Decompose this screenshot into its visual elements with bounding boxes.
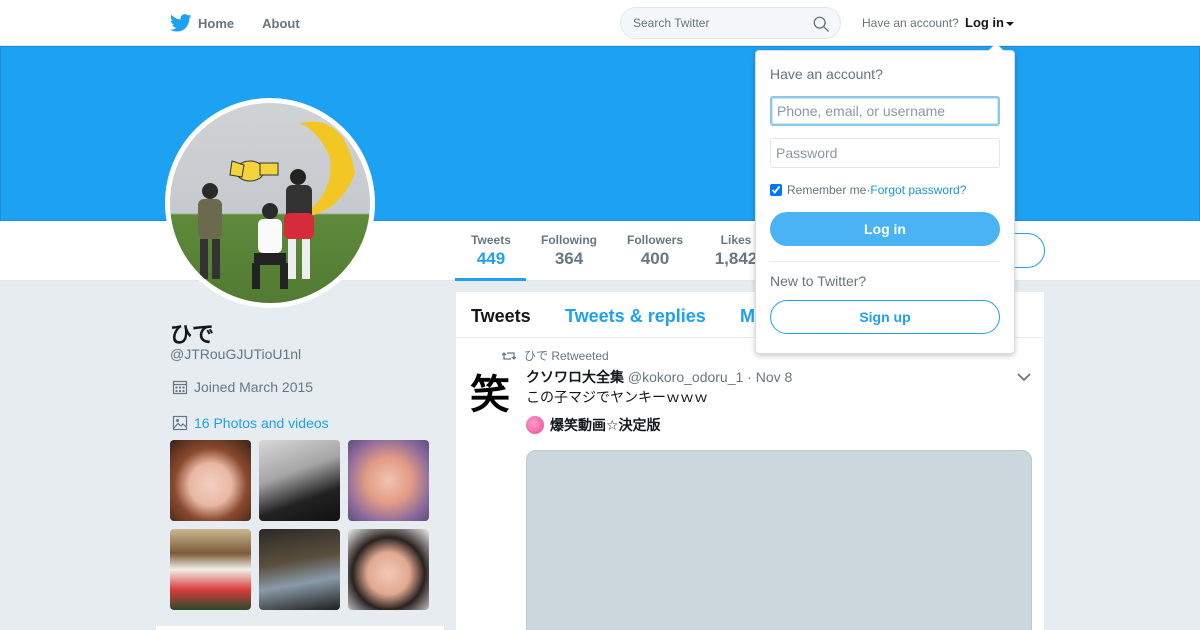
search-input[interactable] — [633, 16, 803, 30]
search-box[interactable] — [620, 7, 841, 39]
image-icon — [172, 415, 188, 431]
password-field[interactable] — [770, 138, 1000, 168]
profile-avatar[interactable] — [165, 98, 375, 308]
remember-label[interactable]: Remember me — [787, 183, 866, 197]
dropdown-title: Have an account? — [770, 66, 883, 82]
stat-value: 400 — [640, 249, 670, 268]
photo-thumbnail[interactable] — [348, 529, 429, 610]
photos-link-label: 16 Photos and videos — [194, 415, 329, 431]
calendar-icon — [172, 380, 188, 395]
tweet-author-avatar[interactable]: 笑 — [470, 371, 514, 419]
photo-thumbnail[interactable] — [259, 529, 340, 610]
retweet-context: ひで Retweeted — [502, 347, 609, 364]
nav-about-link[interactable]: About — [262, 16, 300, 31]
caret-down-icon — [1006, 21, 1014, 26]
forgot-password-link[interactable]: Forgot password? — [870, 183, 966, 197]
stat-value: 1,842 — [714, 249, 758, 268]
nav-home-link[interactable]: Home — [198, 16, 234, 31]
photo-thumbnail[interactable] — [348, 440, 429, 521]
avatar-photo — [170, 103, 370, 303]
remember-row: Remember me · Forgot password? — [770, 183, 966, 197]
stat-value: 364 — [554, 249, 584, 268]
login-dropdown: Have an account? Remember me · Forgot pa… — [755, 43, 1015, 354]
tab-media[interactable]: M — [740, 306, 755, 327]
top-navigation: Home About Have an account? Log in — [0, 0, 1200, 46]
stat-value: 449 — [476, 249, 506, 268]
stat-followers[interactable]: Followers 400 — [627, 233, 683, 269]
tweet-author-meta[interactable]: @kokoro_odoru_1 · Nov 8 — [628, 369, 792, 385]
retweet-icon — [502, 351, 516, 360]
login-label: Log in — [965, 15, 1004, 30]
photo-thumbnail[interactable] — [170, 529, 251, 610]
tweet-header: クソワロ大全集 @kokoro_odoru_1 · Nov 8 — [526, 367, 792, 387]
photo-thumbnail[interactable] — [170, 440, 251, 521]
photos-and-videos-link[interactable]: 16 Photos and videos — [172, 415, 329, 431]
tweet-media[interactable] — [526, 450, 1032, 630]
stat-label: Following — [541, 233, 597, 247]
joined-text: Joined March 2015 — [194, 379, 314, 395]
active-stat-underline — [455, 278, 526, 281]
remember-me-checkbox[interactable] — [770, 184, 782, 196]
left-bottom-card — [156, 626, 444, 630]
stat-tweets[interactable]: Tweets 449 — [470, 233, 512, 269]
stat-label: Tweets — [471, 233, 511, 247]
login-button[interactable]: Log in — [770, 212, 1000, 246]
have-account-text: Have an account? — [862, 16, 959, 30]
avatar-illustration — [198, 121, 355, 289]
tweet-sub-text: 爆笑動画☆決定版 — [526, 415, 661, 435]
username-field[interactable] — [770, 96, 1000, 126]
stat-likes[interactable]: Likes 1,842 — [713, 233, 759, 269]
search-icon[interactable] — [812, 15, 830, 33]
divider — [770, 261, 1000, 262]
twitter-bird-icon[interactable] — [170, 14, 192, 32]
tweet-sub-label: 爆笑動画☆決定版 — [550, 417, 661, 433]
stat-label: Followers — [627, 233, 684, 247]
nav-left: Home About — [170, 0, 328, 46]
tweet-author-name[interactable]: クソワロ大全集 — [526, 369, 624, 385]
login-dropdown-toggle[interactable]: Log in — [965, 15, 1014, 30]
tab-tweets[interactable]: Tweets — [471, 306, 531, 327]
tab-tweets-and-replies[interactable]: Tweets & replies — [565, 306, 706, 327]
retweeted-by-text: ひで Retweeted — [524, 349, 609, 363]
tweet-text: この子マジでヤンキーｗｗｗ — [526, 389, 708, 405]
pink-flower-icon — [526, 416, 544, 434]
stat-label: Likes — [720, 233, 752, 247]
chevron-down-icon[interactable] — [1017, 372, 1031, 382]
profile-handle[interactable]: @JTRouGJUTioU1nl — [170, 346, 301, 362]
signup-button[interactable]: Sign up — [770, 300, 1000, 334]
profile-name: ひで — [170, 322, 215, 347]
photo-thumbnail[interactable] — [259, 440, 340, 521]
new-to-twitter-text: New to Twitter? — [770, 273, 867, 289]
stat-following[interactable]: Following 364 — [541, 233, 597, 269]
joined-date: Joined March 2015 — [172, 379, 313, 395]
